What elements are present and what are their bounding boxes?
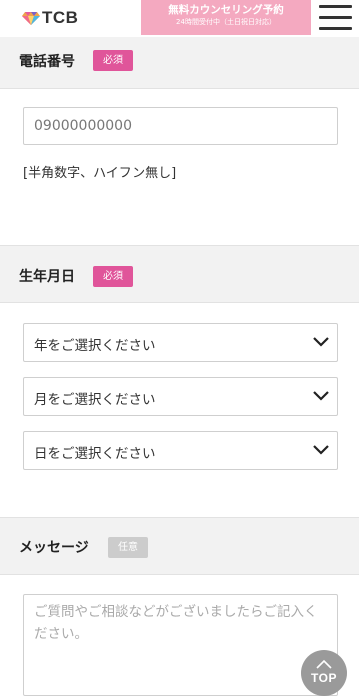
site-header: TCB 無料カウンセリング予約 24時間受付中（土日祝日対応） xyxy=(0,0,359,37)
hamburger-menu-icon[interactable] xyxy=(319,3,354,33)
tcb-logo[interactable]: TCB xyxy=(22,8,78,28)
day-select[interactable]: 日をご選択ください xyxy=(23,431,338,470)
phone-note: [半角数字、ハイフン無し] xyxy=(23,166,177,181)
chevron-down-icon xyxy=(313,337,329,347)
optional-badge: 任意 xyxy=(108,537,148,558)
month-select-label: 月をご選択ください xyxy=(34,392,156,408)
message-section-title: メッセージ xyxy=(19,540,89,556)
required-badge: 必須 xyxy=(93,50,133,71)
banner-main-text: 無料カウンセリング予約 xyxy=(168,4,284,16)
year-select[interactable]: 年をご選択ください xyxy=(23,323,338,362)
message-textarea[interactable]: ご質問やご相談などがございましたらご記入ください。 xyxy=(23,594,338,696)
banner-sub-text: 24時間受付中（土日祝日対応） xyxy=(176,18,276,26)
month-select[interactable]: 月をご選択ください xyxy=(23,377,338,416)
phone-section-title: 電話番号 xyxy=(19,54,75,70)
tcb-gem-logo-icon xyxy=(22,12,40,25)
chevron-down-icon xyxy=(313,391,329,401)
day-select-label: 日をご選択ください xyxy=(34,446,156,462)
required-badge: 必須 xyxy=(93,266,133,287)
birthdate-section-title: 生年月日 xyxy=(19,269,75,285)
phone-input[interactable]: 09000000000 xyxy=(23,107,338,145)
chevron-down-icon xyxy=(313,445,329,455)
year-select-label: 年をご選択ください xyxy=(34,338,156,354)
counseling-reservation-banner[interactable]: 無料カウンセリング予約 24時間受付中（土日祝日対応） xyxy=(141,0,311,35)
logo-text: TCB xyxy=(42,8,79,27)
arrow-up-icon xyxy=(316,659,332,669)
back-to-top-button[interactable]: TOP xyxy=(301,650,347,696)
back-to-top-label: TOP xyxy=(311,671,337,685)
